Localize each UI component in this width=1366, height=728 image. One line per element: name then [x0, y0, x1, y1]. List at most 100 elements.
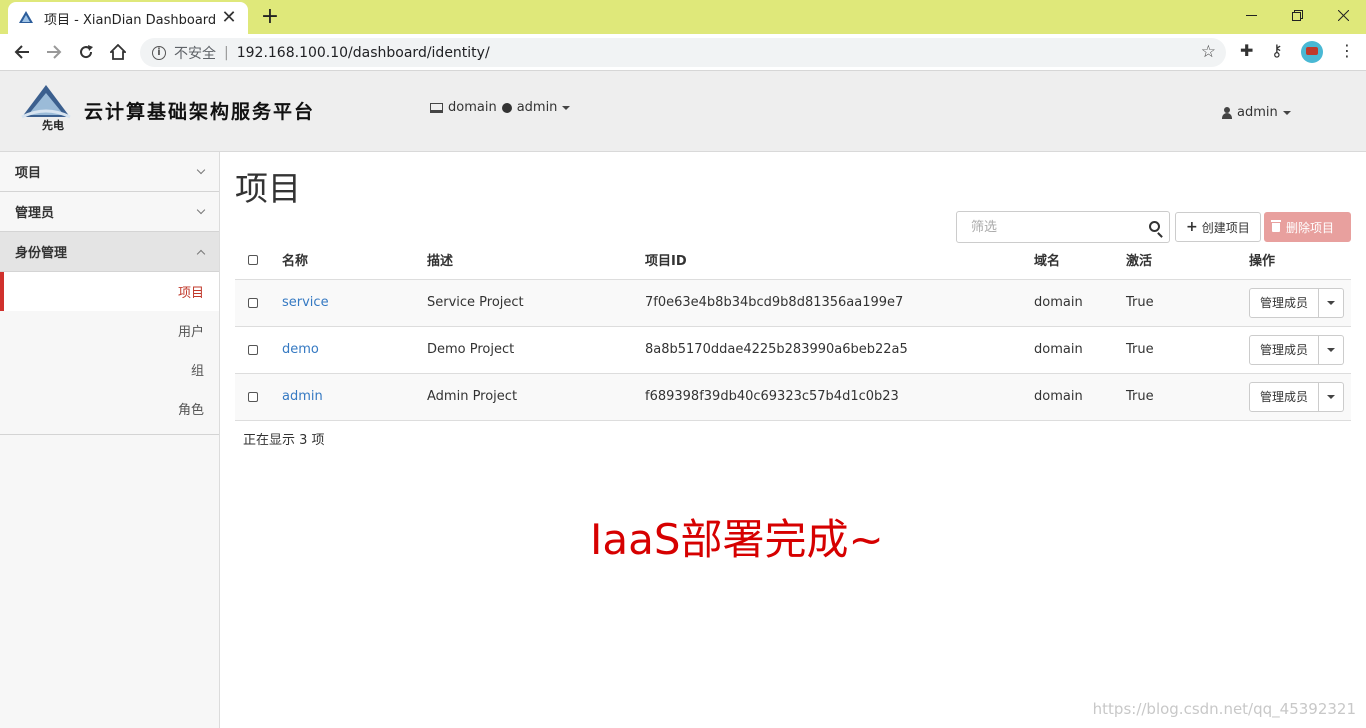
project-description: Service Project — [427, 279, 645, 327]
sidebar-section-project[interactable]: 项目 — [0, 152, 219, 192]
project-domain: domain — [1034, 373, 1126, 421]
column-header-actions: 操作 — [1249, 241, 1351, 280]
projects-table: 名称 描述 项目ID 域名 激活 操作 service Service Proj… — [235, 241, 1351, 421]
sidebar-item-users[interactable]: 用户 — [0, 311, 219, 350]
column-header-domain[interactable]: 域名 — [1034, 241, 1126, 280]
extensions-puzzle-icon[interactable]: ✚ — [1240, 41, 1253, 60]
sidebar-item-projects[interactable]: 项目 — [0, 272, 219, 311]
sidebar-section-label: 管理员 — [15, 206, 55, 221]
watermark-text: https://blog.csdn.net/qq_45392321 — [1092, 700, 1356, 718]
sidebar-item-groups[interactable]: 组 — [0, 350, 219, 389]
caret-down-icon — [562, 105, 571, 110]
table-header-row: 名称 描述 项目ID 域名 激活 操作 — [235, 241, 1351, 280]
project-id: 7f0e63e4b8b34bcd9b8d81356aa199e7 — [645, 279, 1034, 327]
column-header-name[interactable]: 名称 — [282, 241, 427, 280]
app-header: 先电 云计算基础架构服务平台 domain admin admin — [0, 71, 1366, 152]
project-domain: domain — [1034, 326, 1126, 374]
row-checkbox[interactable] — [248, 391, 258, 402]
column-header-project-id[interactable]: 项目ID — [645, 241, 1034, 280]
context-switcher[interactable]: domain admin — [430, 100, 571, 115]
project-enabled: True — [1126, 373, 1249, 421]
user-name: admin — [1237, 105, 1278, 120]
annotation-overlay-text: IaaS部署完成~ — [590, 515, 884, 564]
row-checkbox[interactable] — [248, 297, 258, 308]
chevron-down-icon — [196, 165, 206, 174]
sidebar-section-admin[interactable]: 管理员 — [0, 192, 219, 232]
search-icon[interactable] — [1149, 221, 1160, 232]
caret-down-icon — [1327, 300, 1335, 305]
forward-arrow-icon[interactable] — [42, 40, 66, 64]
chevron-up-icon — [196, 249, 206, 258]
tab-title: 项目 - XianDian Dashboard — [44, 12, 217, 28]
table-row: demo Demo Project 8a8b5170ddae4225b28399… — [235, 326, 1351, 374]
filter-input[interactable] — [957, 212, 1137, 242]
project-description: Admin Project — [427, 373, 645, 421]
create-project-button[interactable]: + 创建项目 — [1175, 212, 1261, 242]
project-id: 8a8b5170ddae4225b283990a6beb22a5 — [645, 326, 1034, 374]
monitor-icon — [430, 102, 443, 113]
url-text: 192.168.100.10/dashboard/identity/ — [236, 44, 490, 61]
column-header-description[interactable]: 描述 — [427, 241, 645, 280]
delete-projects-label: 删除项目 — [1286, 220, 1335, 235]
chevron-down-icon — [196, 205, 206, 214]
minimize-icon[interactable] — [1228, 0, 1274, 30]
context-domain: domain — [448, 100, 497, 115]
project-enabled: True — [1126, 326, 1249, 374]
select-all-checkbox[interactable] — [248, 254, 258, 265]
xiandian-logo-icon[interactable]: 先电 — [20, 81, 72, 131]
info-icon[interactable]: i — [152, 45, 166, 60]
action-dropdown-toggle[interactable] — [1319, 381, 1344, 412]
manage-members-button[interactable]: 管理成员 — [1249, 381, 1319, 412]
sidebar: 项目 管理员 身份管理 项目 用户 组 角色 — [0, 152, 220, 728]
profile-avatar[interactable] — [1301, 41, 1323, 63]
filter-box — [956, 211, 1170, 243]
sidebar-identity-submenu: 项目 用户 组 角色 — [0, 272, 219, 435]
trash-icon — [1271, 219, 1281, 232]
user-menu[interactable]: admin — [1222, 105, 1291, 120]
new-tab-button[interactable]: + — [258, 4, 282, 29]
row-action-group: 管理成员 — [1249, 381, 1351, 412]
manage-members-button[interactable]: 管理成员 — [1249, 287, 1319, 318]
page-title: 项目 — [235, 169, 301, 208]
manage-members-button[interactable]: 管理成员 — [1249, 334, 1319, 365]
caret-down-icon — [1327, 394, 1335, 399]
sidebar-section-label: 身份管理 — [15, 246, 68, 261]
project-enabled: True — [1126, 279, 1249, 327]
sidebar-section-identity[interactable]: 身份管理 — [0, 232, 219, 272]
project-description: Demo Project — [427, 326, 645, 374]
tab-close-icon[interactable]: ✕ — [220, 9, 238, 27]
restore-icon[interactable] — [1274, 0, 1320, 30]
project-name-link[interactable]: service — [282, 295, 329, 310]
context-project: admin — [516, 100, 558, 115]
security-label: 不安全 — [174, 45, 216, 62]
home-icon[interactable] — [106, 40, 130, 64]
browser-menu-icon[interactable]: ⋮ — [1339, 41, 1355, 60]
platform-title: 云计算基础架构服务平台 — [84, 101, 316, 123]
address-bar[interactable]: i 不安全 | 192.168.100.10/dashboard/identit… — [140, 38, 1226, 67]
logo-caption: 先电 — [42, 118, 64, 131]
table-row: service Service Project 7f0e63e4b8b34bcd… — [235, 279, 1351, 327]
project-name-link[interactable]: admin — [282, 389, 323, 404]
table-row: admin Admin Project f689398f39db40c69323… — [235, 373, 1351, 421]
project-name-link[interactable]: demo — [282, 342, 319, 357]
window-close-icon[interactable] — [1320, 0, 1366, 30]
back-arrow-icon[interactable] — [10, 40, 34, 64]
column-header-enabled[interactable]: 激活 — [1126, 241, 1249, 280]
key-icon[interactable]: ⚷ — [1271, 41, 1283, 60]
reload-icon[interactable] — [74, 40, 98, 64]
action-dropdown-toggle[interactable] — [1319, 287, 1344, 318]
delete-projects-button[interactable]: 删除项目 — [1264, 212, 1351, 242]
caret-down-icon — [1282, 110, 1291, 115]
action-dropdown-toggle[interactable] — [1319, 334, 1344, 365]
table-footer-count: 正在显示 3 项 — [243, 433, 325, 448]
browser-tab-bar: 项目 - XianDian Dashboard ✕ + — [0, 0, 1366, 34]
row-action-group: 管理成员 — [1249, 334, 1351, 365]
row-action-group: 管理成员 — [1249, 287, 1351, 318]
browser-toolbar: i 不安全 | 192.168.100.10/dashboard/identit… — [0, 34, 1366, 71]
bookmark-star-icon[interactable]: ☆ — [1201, 42, 1216, 62]
browser-tab[interactable]: 项目 - XianDian Dashboard ✕ — [8, 2, 248, 34]
sidebar-item-roles[interactable]: 角色 — [0, 389, 219, 428]
project-domain: domain — [1034, 279, 1126, 327]
row-checkbox[interactable] — [248, 344, 258, 355]
create-project-label: 创建项目 — [1201, 220, 1250, 235]
